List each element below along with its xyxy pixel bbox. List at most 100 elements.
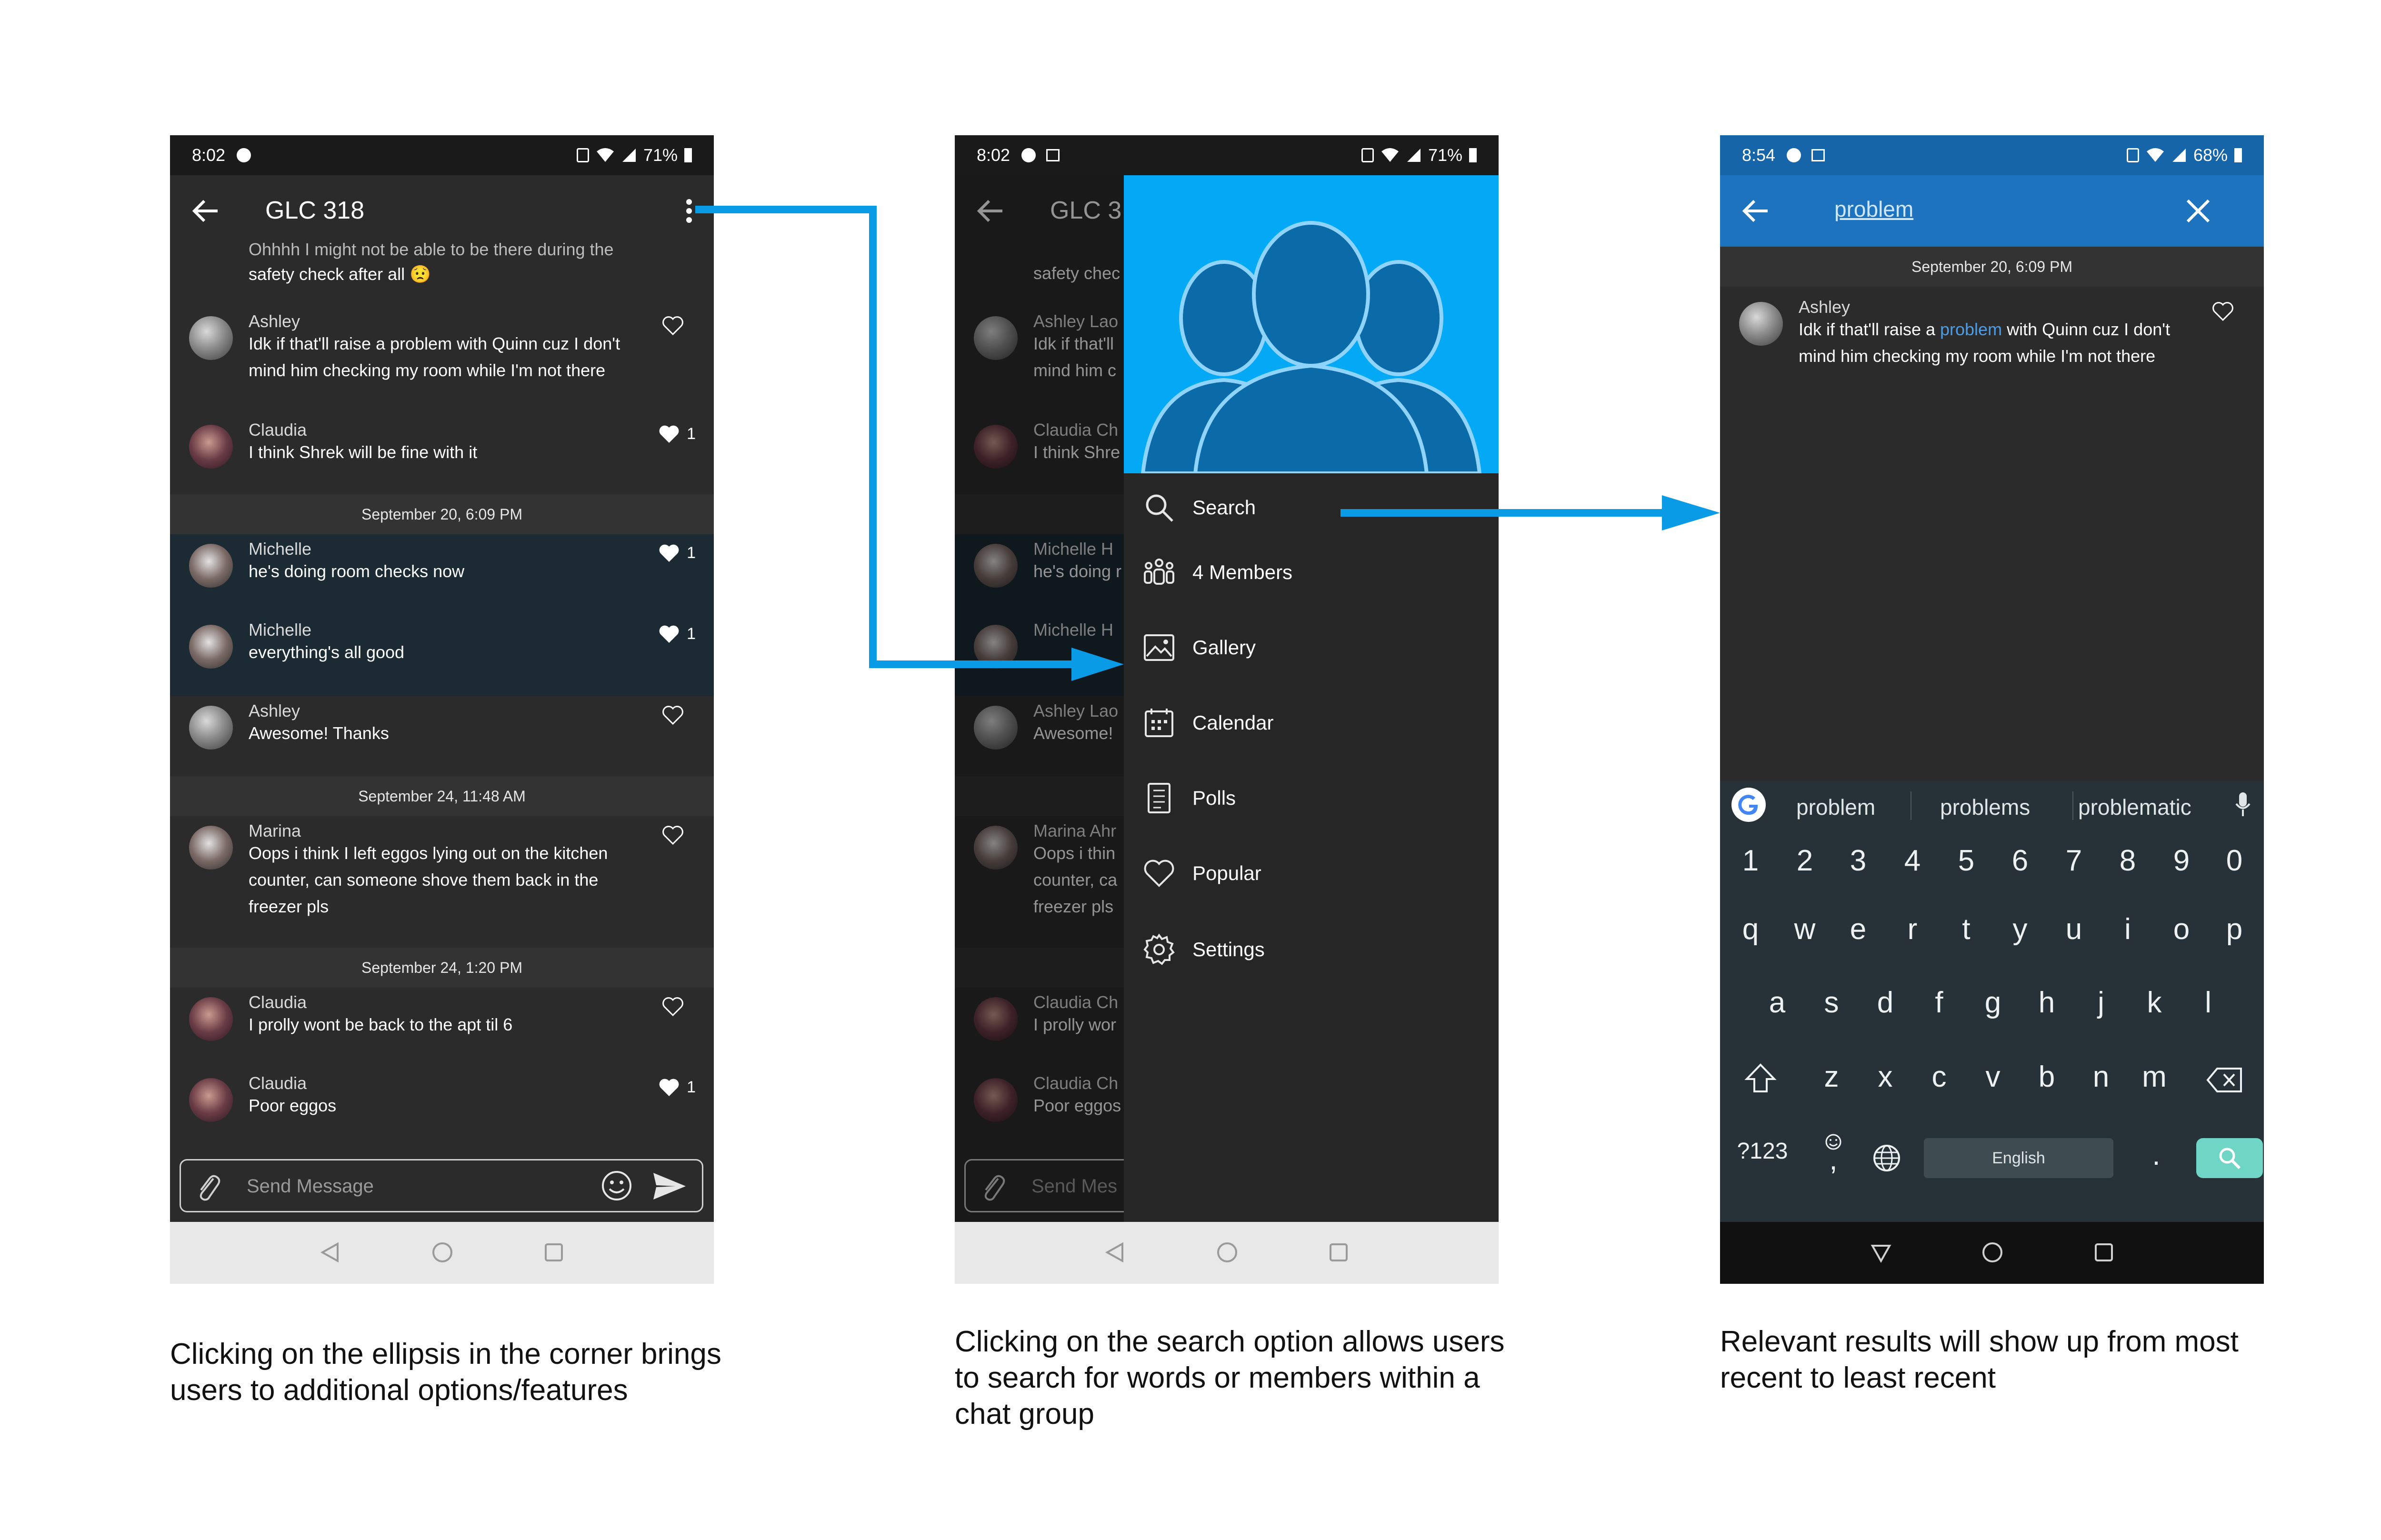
key[interactable]: w	[1786, 912, 1824, 946]
heart-icon[interactable]	[661, 825, 684, 846]
attach-icon[interactable]	[194, 1170, 223, 1203]
key[interactable]: d	[1866, 986, 1904, 1020]
globe-icon[interactable]	[1871, 1143, 1902, 1173]
key[interactable]: z	[1812, 1060, 1851, 1094]
back-arrow-icon[interactable]	[189, 194, 222, 228]
key[interactable]: p	[2215, 912, 2253, 946]
nav-recents-icon[interactable]	[2092, 1241, 2115, 1264]
message-item[interactable]: Claudia I prolly wont be back to the apt…	[170, 992, 714, 1059]
suggestion-item[interactable]: problems	[1940, 794, 2030, 820]
menu-item-calendar[interactable]: Calendar	[1124, 695, 1499, 748]
menu-item-members[interactable]: 4 Members	[1124, 545, 1499, 597]
sender-name: Marina	[249, 821, 301, 840]
key[interactable]: t	[1947, 912, 1985, 946]
back-arrow-icon[interactable]	[1739, 194, 1772, 228]
search-result-item[interactable]: Ashley Idk if that'll raise a problem wi…	[1720, 297, 2264, 392]
status-bar: 8:54 68%	[1720, 135, 2264, 175]
heart-icon[interactable]	[661, 315, 684, 336]
key[interactable]: i	[2109, 912, 2147, 946]
nav-home-icon[interactable]	[1981, 1241, 2004, 1264]
menu-item-polls[interactable]: Polls	[1124, 770, 1499, 823]
key[interactable]: 5	[1947, 844, 1985, 878]
heart-icon[interactable]	[658, 424, 680, 445]
message-item[interactable]: Marina Oops i think I left eggos lying o…	[170, 821, 714, 940]
message-item[interactable]: Michelle everything's all good 1	[170, 620, 714, 687]
message-item[interactable]: Claudia I think Shrek will be fine with …	[170, 420, 714, 482]
key[interactable]: n	[2082, 1060, 2120, 1094]
menu-item-settings[interactable]: Settings	[1124, 922, 1499, 974]
key[interactable]: x	[1866, 1060, 1904, 1094]
key[interactable]: j	[2082, 986, 2120, 1020]
comma-key[interactable]: ,	[1814, 1143, 1852, 1177]
key[interactable]: 0	[2215, 844, 2253, 878]
heart-icon[interactable]	[661, 705, 684, 726]
nav-back-icon[interactable]	[1870, 1241, 1892, 1264]
key[interactable]: e	[1839, 912, 1877, 946]
message-text: counter, can someone shove them back in …	[249, 870, 599, 890]
heart-icon[interactable]	[2211, 301, 2234, 322]
nav-recents-icon[interactable]	[1327, 1241, 1350, 1264]
key[interactable]: 4	[1893, 844, 1931, 878]
heart-icon[interactable]	[658, 543, 680, 564]
suggestion-item[interactable]: problematic	[2078, 794, 2191, 820]
message-input[interactable]: Send Message	[180, 1159, 703, 1212]
key[interactable]: 3	[1839, 844, 1877, 878]
nav-home-icon[interactable]	[1216, 1241, 1239, 1264]
send-icon[interactable]	[651, 1171, 688, 1201]
menu-item-label: Popular	[1192, 862, 1261, 884]
key[interactable]: 8	[2109, 844, 2147, 878]
heart-icon[interactable]	[658, 624, 680, 645]
heart-icon	[1144, 860, 1174, 887]
key[interactable]: y	[2001, 912, 2039, 946]
nav-home-icon[interactable]	[431, 1241, 454, 1264]
heart-icon[interactable]	[658, 1077, 680, 1098]
key[interactable]: f	[1920, 986, 1958, 1020]
key[interactable]: 1	[1731, 844, 1770, 878]
key[interactable]: g	[1974, 986, 2012, 1020]
backspace-icon[interactable]	[2206, 1066, 2244, 1094]
key[interactable]: 7	[2055, 844, 2093, 878]
key[interactable]: k	[2135, 986, 2173, 1020]
menu-item-gallery[interactable]: Gallery	[1124, 620, 1499, 672]
key[interactable]: 2	[1786, 844, 1824, 878]
key[interactable]: r	[1893, 912, 1931, 946]
suggestion-item[interactable]: problem	[1796, 794, 1875, 820]
emoji-icon[interactable]	[600, 1169, 633, 1202]
menu-item-label: Search	[1192, 496, 1256, 519]
google-icon[interactable]	[1730, 786, 1768, 824]
key[interactable]: h	[2028, 986, 2066, 1020]
key[interactable]: q	[1731, 912, 1770, 946]
nav-recents-icon[interactable]	[542, 1241, 565, 1264]
close-icon[interactable]	[2185, 198, 2211, 224]
key[interactable]: c	[1920, 1060, 1958, 1094]
menu-item-search[interactable]: Search	[1124, 480, 1499, 532]
caption-step-3: Relevant results will show up from most …	[1720, 1324, 2239, 1396]
nav-back-icon[interactable]	[319, 1241, 341, 1264]
nav-back-icon[interactable]	[1103, 1241, 1126, 1264]
symbols-key[interactable]: ?123	[1731, 1138, 1793, 1164]
message-item[interactable]: Claudia Poor eggos 1	[170, 1073, 714, 1140]
message-item[interactable]: Michelle he's doing room checks now 1	[170, 539, 714, 606]
message-item[interactable]: Ashley Idk if that'll raise a problem wi…	[170, 311, 714, 407]
key[interactable]: s	[1812, 986, 1851, 1020]
key[interactable]: v	[1974, 1060, 2012, 1094]
search-input[interactable]: problem	[1834, 196, 1913, 222]
shift-icon[interactable]	[1744, 1062, 1777, 1095]
key[interactable]: 6	[2001, 844, 2039, 878]
heart-icon[interactable]	[661, 996, 684, 1017]
search-action-key[interactable]	[2196, 1138, 2263, 1178]
space-bar[interactable]: English	[1924, 1138, 2113, 1178]
message-item[interactable]: Ashley Awesome! Thanks	[170, 701, 714, 768]
period-key[interactable]: .	[2137, 1138, 2175, 1172]
key[interactable]: b	[2028, 1060, 2066, 1094]
key[interactable]: m	[2135, 1060, 2173, 1094]
message-item[interactable]: Ohhhh I might not be able to be there du…	[170, 240, 714, 290]
mic-icon[interactable]	[2233, 790, 2252, 819]
key[interactable]: o	[2162, 912, 2201, 946]
key[interactable]: 9	[2162, 844, 2201, 878]
more-options-icon[interactable]	[686, 199, 692, 223]
key[interactable]: a	[1758, 986, 1796, 1020]
menu-item-popular[interactable]: Popular	[1124, 846, 1499, 898]
key[interactable]: u	[2055, 912, 2093, 946]
key[interactable]: l	[2189, 986, 2227, 1020]
